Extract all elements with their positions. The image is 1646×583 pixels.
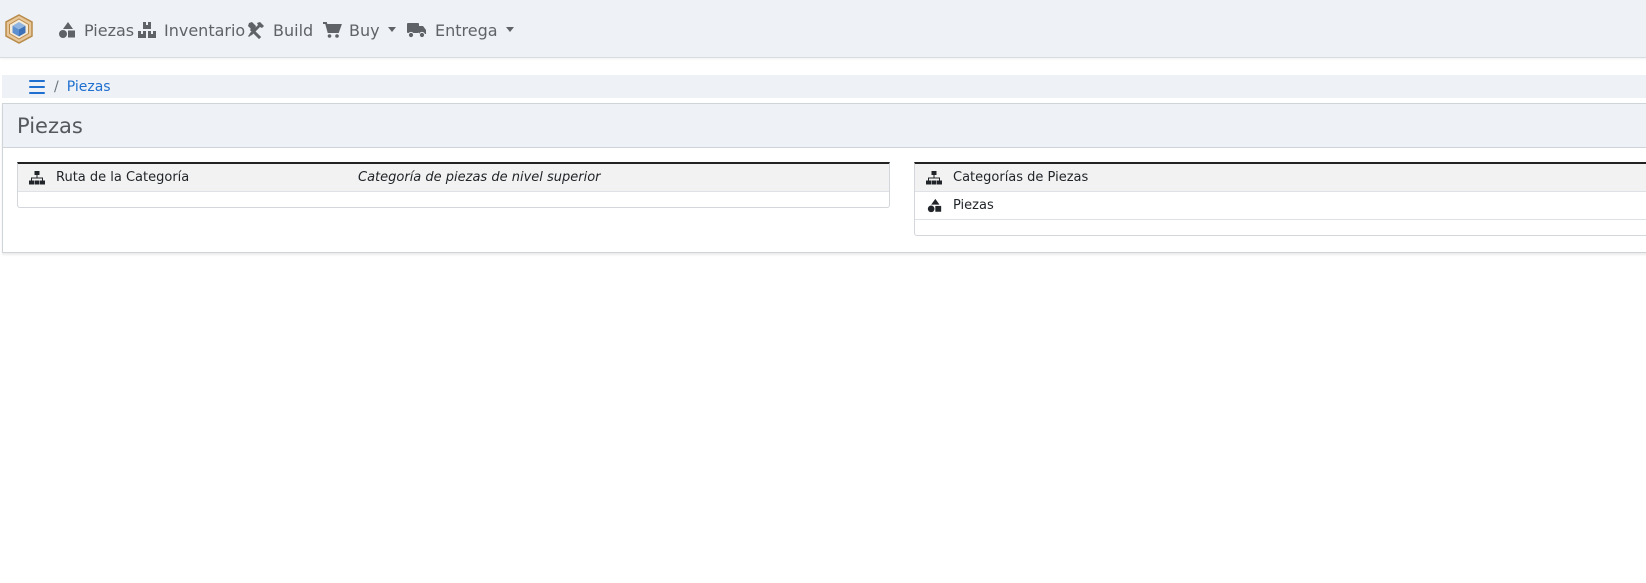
category-details-table: Ruta de la Categoría Categoría de piezas… (17, 162, 890, 208)
sitemap-icon (915, 170, 953, 185)
top-navbar: Piezas Inventario Build Buy Entrega (0, 0, 1646, 58)
category-stats-table: Categorías de Piezas Piezas (914, 162, 1646, 236)
nav-label: Buy (349, 20, 380, 40)
chevron-down-icon (387, 26, 396, 32)
nav-build[interactable]: Build (246, 18, 313, 42)
subcategories-label: Categorías de Piezas (953, 170, 1089, 185)
table-footer (915, 220, 1646, 235)
shapes-icon (57, 20, 77, 40)
table-row: Ruta de la Categoría Categoría de piezas… (18, 164, 889, 192)
breadcrumb: / Piezas (2, 75, 1646, 98)
table-row: Piezas (915, 192, 1646, 220)
category-panel: Piezas Ruta de la Categoría Categoría de… (2, 103, 1646, 253)
nav-label: Build (273, 20, 314, 40)
nav-label: Inventario (164, 20, 246, 40)
sitemap-icon (18, 170, 56, 185)
inventree-logo-icon[interactable] (4, 14, 34, 44)
nav-label: Piezas (84, 20, 135, 40)
shopping-cart-icon (322, 20, 342, 40)
nav-inventario[interactable]: Inventario (137, 18, 245, 42)
panel-header: Piezas (3, 104, 1646, 148)
parts-label: Piezas (953, 198, 994, 213)
shapes-icon (915, 198, 953, 213)
breadcrumb-separator: / (54, 78, 59, 95)
nav-entrega[interactable]: Entrega (406, 18, 514, 42)
nav-buy[interactable]: Buy (322, 18, 396, 42)
category-path-value: Categoría de piezas de nivel superior (358, 170, 601, 185)
boxes-icon (137, 20, 157, 40)
truck-icon (406, 20, 428, 40)
table-row: Categorías de Piezas (915, 164, 1646, 192)
nav-piezas[interactable]: Piezas (57, 18, 134, 42)
nav-label: Entrega (435, 20, 498, 40)
category-path-label: Ruta de la Categoría (56, 170, 190, 185)
bars-icon[interactable] (29, 79, 45, 94)
breadcrumb-piezas-link[interactable]: Piezas (67, 79, 111, 95)
chevron-down-icon (505, 26, 514, 32)
tools-icon (246, 20, 266, 40)
table-footer (18, 192, 889, 207)
page-title: Piezas (17, 113, 83, 138)
